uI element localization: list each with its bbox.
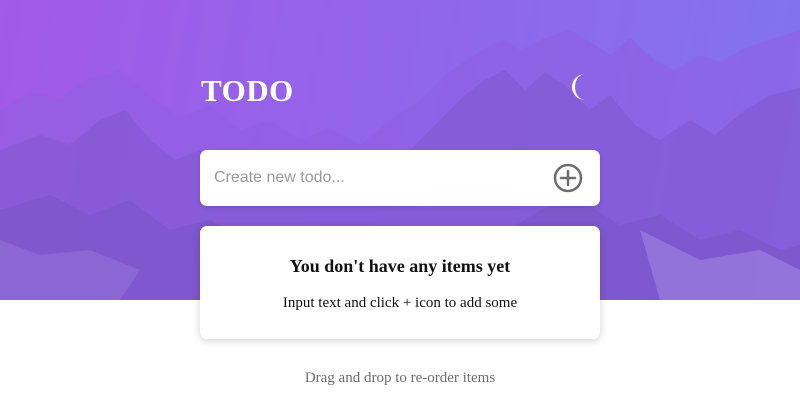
moon-icon [572, 74, 585, 100]
plus-circle-icon [553, 163, 583, 193]
app-title: TODO [201, 73, 294, 108]
drag-hint: Drag and drop to re-order items [304, 370, 496, 386]
new-todo-card [200, 150, 600, 206]
add-todo-button[interactable] [552, 162, 584, 194]
theme-toggle-button[interactable] [568, 72, 598, 102]
new-todo-input[interactable] [214, 160, 534, 196]
empty-state-title: You don't have any items yet [289, 256, 511, 276]
todo-app: TODO You don't have any items yet Input … [0, 0, 800, 400]
todo-list-card: You don't have any items yet Input text … [200, 226, 600, 339]
app-header: TODO [200, 68, 600, 112]
empty-state-subtitle: Input text and click + icon to add some [282, 295, 518, 311]
